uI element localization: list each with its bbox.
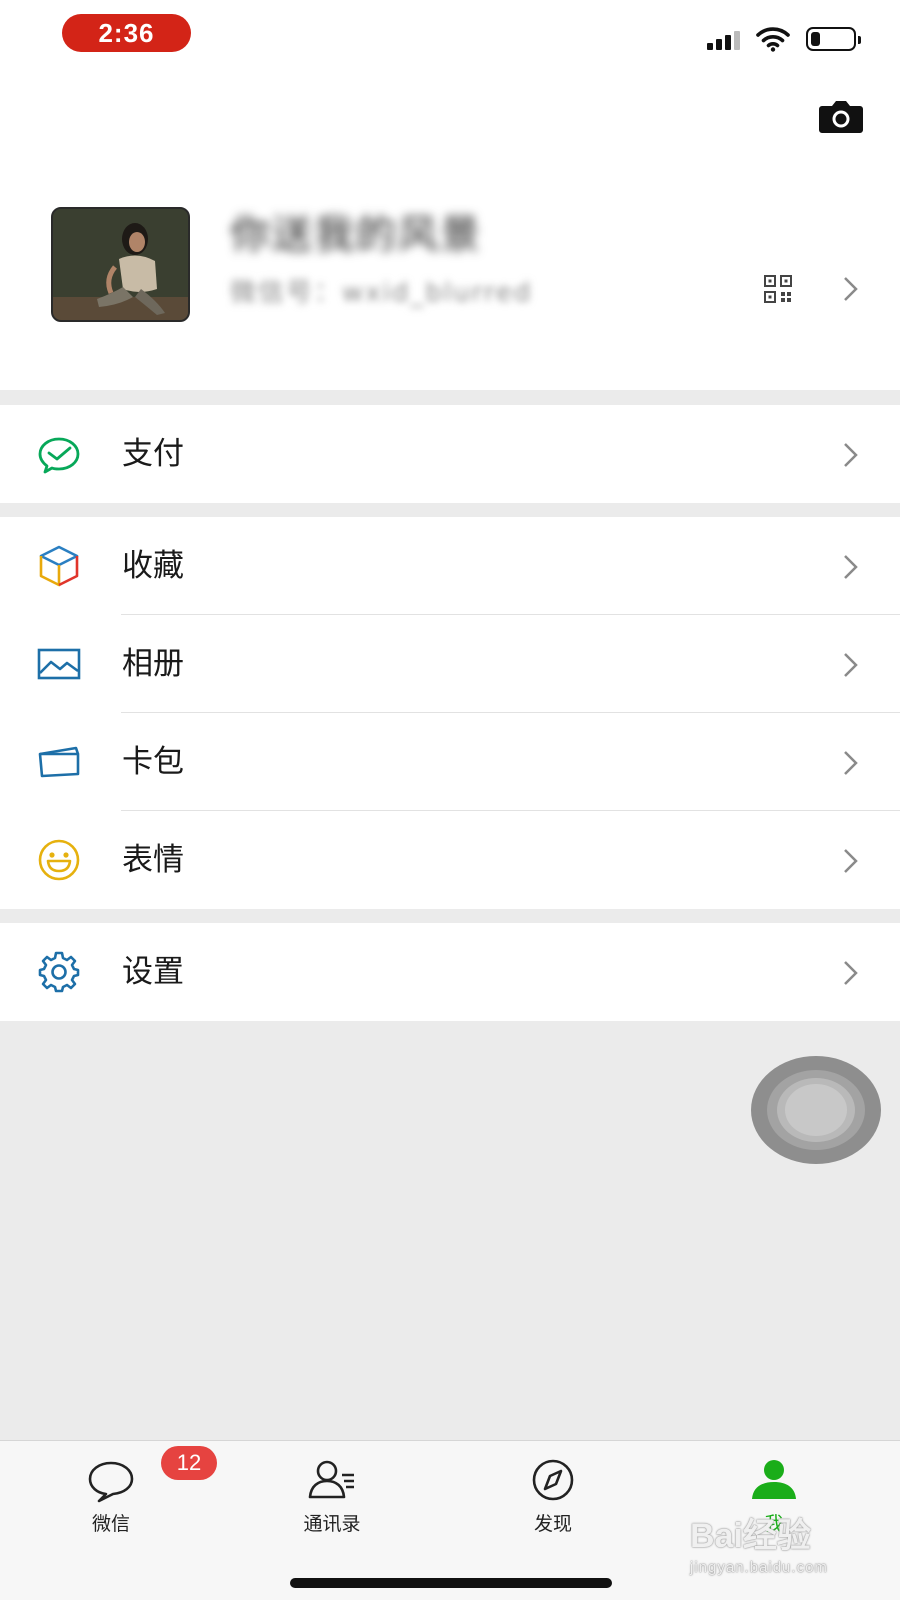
chevron-right-icon: [844, 277, 858, 301]
favorites-cube-icon: [39, 545, 79, 587]
menu-item-favorites[interactable]: 收藏: [0, 517, 900, 615]
tab-label-chats: 微信: [91, 1513, 130, 1535]
chevron-right-icon: [844, 555, 858, 579]
status-icons: [707, 24, 861, 54]
status-time: 2:36: [62, 14, 191, 52]
status-bar: 2:36: [0, 0, 900, 80]
gear-icon: [38, 951, 80, 993]
profile-header[interactable]: 你送我的风景 微信号：wxid_blurred: [0, 80, 900, 390]
chat-bubble-icon: [88, 1461, 134, 1503]
menu-label-pay: 支付: [122, 436, 184, 472]
unread-badge: 12: [161, 1446, 217, 1480]
menu-group-pay: 支付: [0, 405, 900, 503]
avatar[interactable]: [51, 207, 190, 322]
wifi-icon: [756, 27, 790, 52]
menu-label-favorites: 收藏: [122, 548, 184, 584]
tab-chats[interactable]: 12 微信: [31, 1441, 217, 1551]
profile-nickname: 你送我的风景: [230, 212, 482, 258]
menu-label-settings: 设置: [122, 954, 184, 990]
watermark-line1: Bai经验: [690, 1517, 811, 1555]
profile-wechat-id: 微信号：wxid_blurred: [230, 278, 533, 308]
menu-label-cards: 卡包: [122, 744, 184, 780]
tab-contacts[interactable]: 通讯录: [252, 1441, 412, 1551]
card-wallet-icon: [38, 746, 80, 778]
menu-label-album: 相册: [122, 646, 184, 682]
menu-label-stickers: 表情: [122, 842, 184, 878]
album-picture-icon: [37, 648, 81, 680]
menu-item-stickers[interactable]: 表情: [0, 811, 900, 909]
battery-icon: [806, 27, 861, 51]
wechat-pay-icon: [38, 437, 80, 474]
smiley-icon: [38, 839, 80, 881]
watermark-line2: jingyan.baidu.com: [690, 1559, 828, 1576]
chevron-right-icon: [844, 653, 858, 677]
tab-discover[interactable]: 发现: [473, 1441, 633, 1551]
chevron-right-icon: [844, 961, 858, 985]
menu-group-settings: 设置: [0, 923, 900, 1021]
menu-group-main: 收藏 相册 卡包 表情: [0, 517, 900, 909]
person-icon: [752, 1460, 796, 1499]
tab-label-discover: 发现: [533, 1513, 572, 1535]
menu-item-pay[interactable]: 支付: [0, 405, 900, 503]
chevron-right-icon: [844, 849, 858, 873]
signal-icon: [707, 28, 740, 50]
chevron-right-icon: [844, 751, 858, 775]
baidu-jingyan-watermark: Bai经验 jingyan.baidu.com: [690, 1508, 880, 1588]
contacts-icon: [308, 1460, 354, 1499]
tab-label-contacts: 通讯录: [303, 1513, 361, 1535]
home-indicator[interactable]: [290, 1578, 612, 1588]
chevron-right-icon: [844, 443, 858, 467]
menu-item-cards[interactable]: 卡包: [0, 713, 900, 811]
camera-icon[interactable]: [818, 98, 864, 134]
assistive-touch-button[interactable]: [751, 1056, 881, 1164]
menu-item-album[interactable]: 相册: [0, 615, 900, 713]
compass-icon: [532, 1459, 574, 1501]
menu-item-settings[interactable]: 设置: [0, 923, 900, 1021]
qr-code-icon[interactable]: [763, 274, 793, 304]
